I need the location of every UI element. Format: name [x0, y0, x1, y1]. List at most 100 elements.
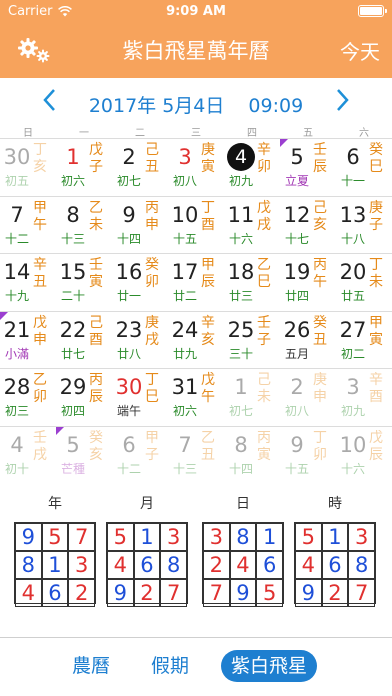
calendar-day-cell[interactable]: 5 芒種癸亥 [56, 426, 112, 485]
carrier-label: Carrier [8, 3, 53, 19]
calendar-day-cell[interactable]: 9 十五丁卯 [280, 427, 336, 485]
calendar-day-cell[interactable]: 10 十五丁酉 [168, 197, 224, 255]
ganzhi-label: 丁卯 [313, 429, 327, 463]
star-number: 9 [15, 523, 42, 551]
lunar-date: 十三 [60, 231, 85, 246]
weekday-label: 五 [303, 128, 313, 139]
ganzhi-label: 乙卯 [33, 372, 47, 406]
calendar-week-row: 14 十九辛丑 15 二十壬寅 16 廿一癸卯 17 廿二甲辰 18 廿三乙巳 19 廿四丙午 20 廿五… [0, 253, 392, 311]
day-number: 31 [171, 375, 199, 400]
day-number: 4 [10, 432, 24, 457]
calendar-day-cell[interactable]: 28 初三乙卯 [0, 369, 56, 427]
calendar-day-cell[interactable]: 6 十一癸巳 [336, 139, 392, 197]
calendar-day-cell[interactable]: 31 初六戊午 [168, 369, 224, 427]
calendar-day-cell[interactable]: 6 十二甲子 [112, 427, 168, 485]
weekday-label: 一 [79, 128, 89, 139]
calendar-day-cell[interactable]: 13 十八庚子 [336, 197, 392, 255]
lunar-date: 十二 [116, 461, 141, 476]
calendar-day-cell[interactable]: 3 初九辛酉 [336, 369, 392, 427]
status-time: 9:09 AM [166, 3, 226, 19]
star-number: 9 [107, 579, 134, 607]
star-number: 2 [133, 579, 161, 607]
star-chart-title: 日 [236, 496, 250, 512]
calendar-day-cell[interactable]: 8 十三乙未 [56, 197, 112, 255]
calendar-day-cell[interactable]: 8 十四丙寅 [224, 427, 280, 485]
calendar-day-cell[interactable]: 7 十三乙丑 [168, 427, 224, 485]
calendar-day-cell[interactable]: 10 十六戊辰 [336, 427, 392, 485]
month-header: 2017年 5月4日 09:09 [0, 78, 392, 130]
day-number: 3 [346, 375, 360, 400]
calendar-day-cell[interactable]: 20 廿五丁未 [336, 254, 392, 312]
calendar-day-cell[interactable]: 1 初六戊子 [56, 139, 112, 197]
star-number: 7 [203, 579, 230, 607]
lunar-date: 端午 [116, 404, 141, 419]
star-chart: 月513468927 [106, 490, 188, 607]
calendar-day-cell[interactable]: 15 二十壬寅 [56, 254, 112, 312]
calendar-day-cell[interactable]: 14 十九辛丑 [0, 254, 56, 312]
calendar-day-cell[interactable]: 9 十四丙申 [112, 197, 168, 255]
weekday-label: 日 [23, 128, 33, 139]
current-date-label[interactable]: 2017年 5月4日 09:09 [77, 91, 315, 118]
calendar-day-cell[interactable]: 2 初七己丑 [112, 139, 168, 197]
star-number: 6 [256, 551, 283, 579]
ganzhi-label: 庚申 [313, 372, 327, 406]
chevron-left-icon [43, 89, 55, 111]
calendar-day-cell[interactable]: 11 十六戊戌 [224, 197, 280, 255]
lunar-date: 十五 [284, 461, 309, 476]
calendar-day-cell[interactable]: 26 五月癸丑 [280, 312, 336, 370]
star-number: 8 [160, 551, 187, 579]
calendar-day-cell[interactable]: 16 廿一癸卯 [112, 254, 168, 312]
star-grid: 513468927 [294, 522, 376, 607]
star-number: 3 [348, 523, 375, 551]
next-month-button[interactable] [332, 88, 354, 118]
day-number: 10 [171, 202, 199, 227]
calendar-day-cell[interactable]: 5 立夏壬辰 [280, 139, 336, 197]
calendar-day-cell[interactable]: 17 廿二甲辰 [168, 254, 224, 312]
weekday-label: 六 [359, 128, 369, 139]
lunar-date: 初九 [340, 404, 365, 419]
ganzhi-label: 己亥 [313, 199, 327, 233]
day-number: 19 [283, 260, 311, 285]
tab-flying-stars[interactable]: 紫白飛星 [221, 650, 318, 682]
star-chart: 時513468927 [294, 490, 376, 607]
calendar-week-row: 28 初三乙卯 29 初四丙辰 30 端午丁巳 31 初六戊午 1 初七己未 2 初八庚申 3 初九辛酉 [0, 368, 392, 426]
calendar-day-cell[interactable]: 22 廿七己酉 [56, 312, 112, 370]
status-right [264, 5, 387, 17]
day-number: 4 [227, 143, 255, 171]
star-number: 5 [295, 523, 322, 551]
wifi-icon [58, 5, 73, 16]
tab-lunar[interactable]: 農曆 [72, 650, 110, 682]
calendar-day-cell[interactable]: 1 初七己未 [224, 369, 280, 427]
nav-bar: 紫白飛星萬年曆 今天 [0, 22, 392, 78]
calendar-day-cell[interactable]: 4 初九辛卯 [224, 139, 280, 197]
calendar-day-cell[interactable]: 19 廿四丙午 [280, 254, 336, 312]
today-button[interactable]: 今天 [340, 36, 380, 65]
calendar-week-row: 7 十二甲午 8 十三乙未 9 十四丙申 10 十五丁酉 11 十六戊戌 12 十七己亥 13 十八庚子 [0, 195, 392, 255]
tab-holidays[interactable]: 假期 [151, 650, 189, 682]
day-number: 1 [66, 145, 80, 169]
ganzhi-label: 辛丑 [33, 257, 47, 291]
calendar-day-cell[interactable]: 23 廿八庚戌 [112, 312, 168, 370]
calendar-day-cell[interactable]: 24 廿九辛亥 [168, 312, 224, 370]
calendar-day-cell[interactable]: 30 初五丁亥 [0, 139, 56, 197]
lunar-date: 初五 [4, 174, 29, 188]
calendar-day-cell[interactable]: 30 端午丁巳 [112, 369, 168, 427]
day-number: 30 [3, 145, 31, 169]
calendar-day-cell[interactable]: 25 三十壬子 [224, 312, 280, 370]
ganzhi-label: 壬子 [257, 314, 271, 348]
day-number: 20 [339, 260, 367, 285]
lunar-date: 廿八 [116, 346, 141, 361]
calendar-day-cell[interactable]: 7 十二甲午 [0, 197, 56, 255]
calendar-day-cell[interactable]: 3 初八庚寅 [168, 139, 224, 197]
star-chart-title: 年 [48, 496, 62, 512]
calendar-day-cell[interactable]: 18 廿三乙巳 [224, 254, 280, 312]
calendar-day-cell[interactable]: 29 初四丙辰 [56, 369, 112, 427]
day-number: 10 [339, 432, 367, 457]
calendar-day-cell[interactable]: 4 初十壬戌 [0, 427, 56, 485]
calendar-day-cell[interactable]: 2 初八庚申 [280, 369, 336, 427]
calendar-day-cell[interactable]: 21 小滿戊申 [0, 311, 56, 370]
prev-month-button[interactable] [38, 88, 60, 118]
calendar-day-cell[interactable]: 12 十七己亥 [280, 197, 336, 255]
calendar-day-cell[interactable]: 27 初二甲寅 [336, 312, 392, 370]
day-number: 2 [290, 375, 304, 400]
